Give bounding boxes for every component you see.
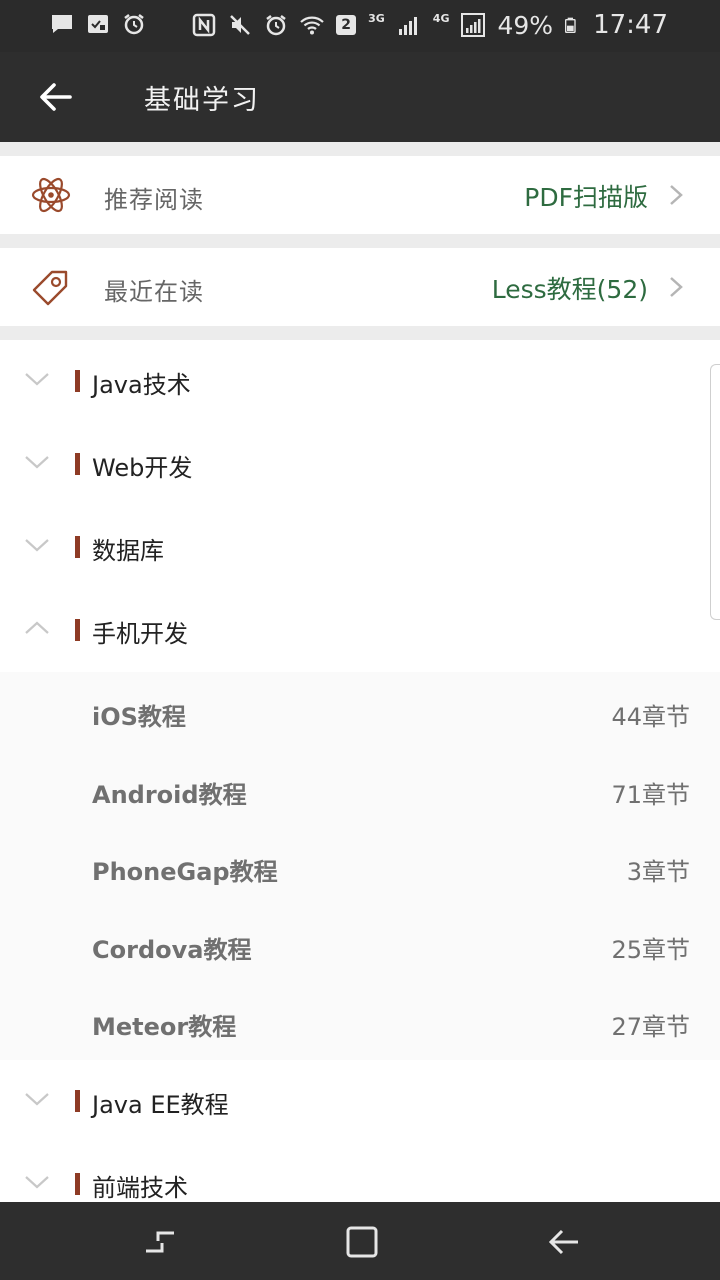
list-item[interactable]: iOS教程 44章节 — [0, 672, 720, 750]
tutorial-name: Android教程 — [92, 780, 247, 809]
notification-count-badge: 2 — [336, 15, 357, 35]
recommended-reading-value: PDF扫描版 — [524, 183, 648, 212]
signal-icon — [398, 17, 417, 35]
category-marker — [75, 536, 80, 558]
nfc-icon — [192, 13, 216, 37]
app-bar: 基础学习 — [0, 52, 720, 142]
tutorial-name: Meteor教程 — [92, 1013, 237, 1041]
category-label: Java EE教程 — [92, 1090, 229, 1119]
category-marker — [75, 370, 80, 392]
network-3g-label: 3G — [368, 11, 385, 25]
battery-percent: 49% — [497, 10, 554, 40]
chevron-down-icon — [25, 1175, 49, 1188]
wifi-icon — [300, 16, 324, 35]
chapter-count: 3章节 — [626, 858, 690, 886]
clock: 17:47 — [593, 10, 668, 40]
chevron-right-icon — [670, 185, 683, 205]
recent-reading-value: Less教程(52) — [491, 275, 648, 304]
category-label: Java技术 — [92, 371, 191, 399]
calendar-icon — [88, 15, 108, 33]
list-item[interactable]: Android教程 71章节 — [0, 750, 720, 828]
page-title: 基础学习 — [144, 85, 260, 116]
chapter-count: 27章节 — [611, 1013, 690, 1041]
mobile-sublist: iOS教程 44章节 Android教程 71章节 PhoneGap教程 3章节… — [0, 672, 720, 1060]
category-label: Web开发 — [92, 454, 193, 482]
category-label: 手机开发 — [92, 620, 188, 648]
category-marker — [75, 453, 80, 475]
category-java[interactable]: Java技术 — [0, 340, 720, 423]
category-marker — [75, 1172, 80, 1195]
status-bar-right-icons: 2 3G 4G 49% 17:47 — [192, 10, 668, 40]
back-icon[interactable] — [546, 1224, 582, 1260]
scrollbar[interactable] — [710, 364, 720, 620]
recent-apps-icon[interactable] — [142, 1224, 178, 1260]
chevron-up-icon — [25, 621, 49, 634]
category-label: 前端技术 — [92, 1173, 188, 1202]
chevron-down-icon — [25, 539, 49, 552]
category-marker — [75, 619, 80, 641]
chapter-count: 44章节 — [611, 703, 690, 731]
category-frontend[interactable]: 前端技术 — [0, 1143, 720, 1203]
mute-icon — [230, 15, 250, 35]
category-marker — [75, 1089, 80, 1112]
chevron-down-icon — [25, 1092, 49, 1105]
network-4g-label: 4G — [432, 11, 450, 25]
recent-reading-row[interactable]: 最近在读 Less教程(52) — [0, 248, 720, 326]
recommended-reading-row[interactable]: 推荐阅读 PDF扫描版 — [0, 156, 720, 234]
chevron-down-icon — [25, 456, 49, 469]
status-bar: 2 3G 4G 49% 17:47 — [0, 0, 720, 52]
list-item[interactable]: PhoneGap教程 3章节 — [0, 827, 720, 905]
category-web[interactable]: Web开发 — [0, 423, 720, 506]
signal-icon — [461, 13, 486, 37]
system-nav-bar — [0, 1202, 720, 1280]
atom-icon — [31, 177, 71, 213]
message-icon — [52, 15, 72, 33]
chapter-count: 25章节 — [611, 935, 690, 964]
arrow-back-icon[interactable] — [34, 75, 78, 119]
recommended-reading-label: 推荐阅读 — [104, 186, 204, 214]
tutorial-name: Cordova教程 — [92, 935, 252, 964]
category-list[interactable]: Java技术 Web开发 数据库 手机开发 iOS教程 44章节 Android… — [0, 340, 720, 1202]
tutorial-name: iOS教程 — [92, 703, 186, 731]
alarm-icon — [124, 14, 144, 35]
list-item[interactable]: Meteor教程 27章节 — [0, 982, 720, 1060]
category-database[interactable]: 数据库 — [0, 506, 720, 589]
recent-reading-label: 最近在读 — [104, 278, 204, 306]
chapter-count: 71章节 — [611, 780, 690, 809]
list-item[interactable]: Cordova教程 25章节 — [0, 905, 720, 983]
alarm-icon — [266, 15, 286, 36]
tutorial-name: PhoneGap教程 — [92, 858, 278, 886]
status-bar-left-icons — [50, 12, 146, 36]
chevron-down-icon — [25, 373, 49, 386]
category-label: 数据库 — [92, 537, 164, 565]
category-javaee[interactable]: Java EE教程 — [0, 1060, 720, 1143]
tag-icon — [32, 270, 68, 306]
battery-icon — [565, 17, 576, 33]
chevron-right-icon — [670, 277, 683, 297]
category-mobile[interactable]: 手机开发 — [0, 589, 720, 672]
home-icon[interactable] — [344, 1224, 380, 1260]
